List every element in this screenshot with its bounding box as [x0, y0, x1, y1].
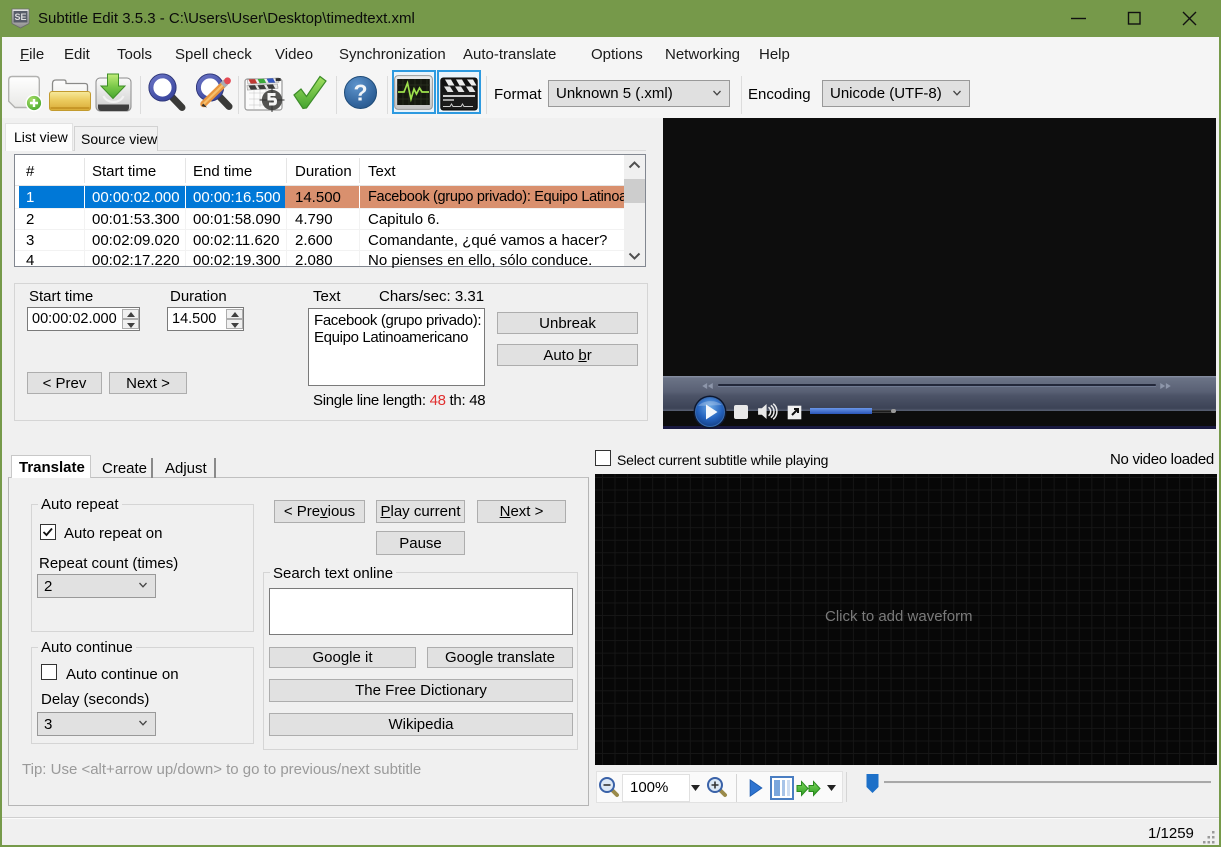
svg-text:SE: SE: [14, 12, 26, 22]
svg-text:?: ?: [353, 80, 367, 106]
